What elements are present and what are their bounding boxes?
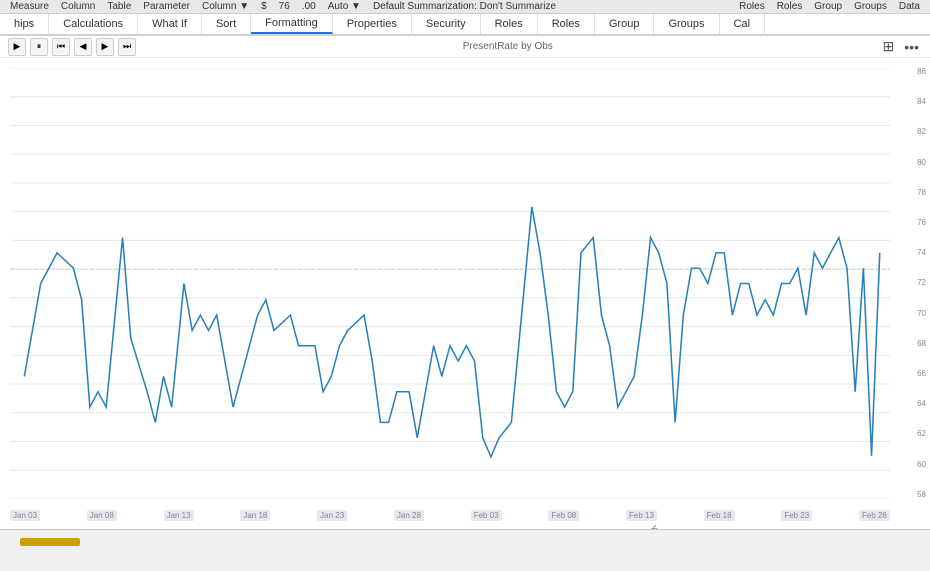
tab-roles1[interactable]: Roles [481,14,538,34]
playback-controls: ▶ ⏸ ⏮ ◀ ▶ ⏭ [8,38,136,56]
y-label-62: 62 [917,430,926,438]
y-axis-labels: 86 84 82 80 78 76 74 72 70 68 66 64 62 6… [917,68,926,499]
toolbar-roles1[interactable]: Roles [733,1,771,12]
toolbar-data[interactable]: Data [893,1,926,12]
tab-sort[interactable]: Sort [202,14,251,34]
chart-container: 86 84 82 80 78 76 74 72 70 68 66 64 62 6… [0,58,930,529]
tab-group[interactable]: Group [595,14,655,34]
expand-icon[interactable]: ⊞ [880,38,898,55]
x-label-feb03: Feb 03 [471,510,502,521]
y-label-78: 78 [917,189,926,197]
toolbar-table[interactable]: Table [101,1,137,12]
toolbar-dollar[interactable]: $ [255,1,273,12]
toolbar-column2[interactable]: Column ▼ [196,1,255,12]
scroll-indicator[interactable] [20,538,80,546]
tab-properties[interactable]: Properties [333,14,412,34]
chart-area: ▶ ⏸ ⏮ ◀ ▶ ⏭ PresentRate by Obs ⊞ ••• [0,36,930,529]
bottom-bar [0,529,930,549]
y-label-74: 74 [917,249,926,257]
y-label-72: 72 [917,279,926,287]
sub-ribbon: hips Calculations What If Sort Formattin… [0,14,930,36]
tab-whatif[interactable]: What If [138,14,202,34]
y-label-68: 68 [917,340,926,348]
pause-button[interactable]: ⏸ [30,38,48,56]
y-label-60: 60 [917,461,926,469]
tab-calculations[interactable]: Calculations [49,14,138,34]
y-label-70: 70 [917,310,926,318]
x-label-jan13: Jan 13 [164,510,194,521]
x-label-feb23: Feb 23 [781,510,812,521]
forward-button[interactable]: ▶ [96,38,114,56]
x-label-feb28: Feb 28 [859,510,890,521]
y-label-66: 66 [917,370,926,378]
x-label-jan28: Jan 28 [394,510,424,521]
toolbar-measure[interactable]: Measure [4,1,55,12]
chart-line [24,207,879,457]
x-label-feb13: Feb 13 [626,510,657,521]
toolbar-auto[interactable]: Auto ▼ [322,1,367,12]
tab-hips[interactable]: hips [0,14,49,34]
toolbar-decimal[interactable]: .00 [296,1,322,12]
tab-cal[interactable]: Cal [720,14,766,34]
chart-title: PresentRate by Obs [463,41,553,52]
top-toolbar: Measure Column Table Parameter Column ▼ … [0,0,930,14]
toolbar-roles2[interactable]: Roles [771,1,809,12]
tab-roles2[interactable]: Roles [538,14,595,34]
toolbar-groups[interactable]: Groups [848,1,893,12]
play-button[interactable]: ▶ [8,38,26,56]
x-label-feb18: Feb 18 [704,510,735,521]
chart-actions: ⊞ ••• [880,38,922,55]
y-label-58: 58 [917,491,926,499]
toolbar-num[interactable]: 76 [273,1,296,12]
y-label-86: 86 [917,68,926,76]
tab-formatting[interactable]: Formatting [251,14,333,34]
y-label-80: 80 [917,159,926,167]
y-label-82: 82 [917,128,926,136]
x-label-feb08: Feb 08 [548,510,579,521]
x-label-jan18: Jan 18 [240,510,270,521]
back-button[interactable]: ◀ [74,38,92,56]
toolbar-column[interactable]: Column [55,1,101,12]
skip-fwd-button[interactable]: ⏭ [118,38,136,56]
toolbar-summarization: Default Summarization: Don't Summarize [367,1,733,12]
y-label-76: 76 [917,219,926,227]
tab-security[interactable]: Security [412,14,481,34]
x-axis-labels: Jan 03 Jan 08 Jan 13 Jan 18 Jan 23 Jan 2… [10,510,890,521]
tab-groups[interactable]: Groups [654,14,719,34]
y-label-84: 84 [917,98,926,106]
x-label-jan03: Jan 03 [10,510,40,521]
chart-header: ▶ ⏸ ⏮ ◀ ▶ ⏭ PresentRate by Obs ⊞ ••• [0,36,930,58]
more-icon[interactable]: ••• [901,39,922,55]
y-label-64: 64 [917,400,926,408]
line-chart-svg [10,68,890,499]
x-label-jan23: Jan 23 [317,510,347,521]
skip-back-button[interactable]: ⏮ [52,38,70,56]
x-label-jan08: Jan 08 [87,510,117,521]
toolbar-group[interactable]: Group [808,1,848,12]
toolbar-parameter[interactable]: Parameter [137,1,196,12]
